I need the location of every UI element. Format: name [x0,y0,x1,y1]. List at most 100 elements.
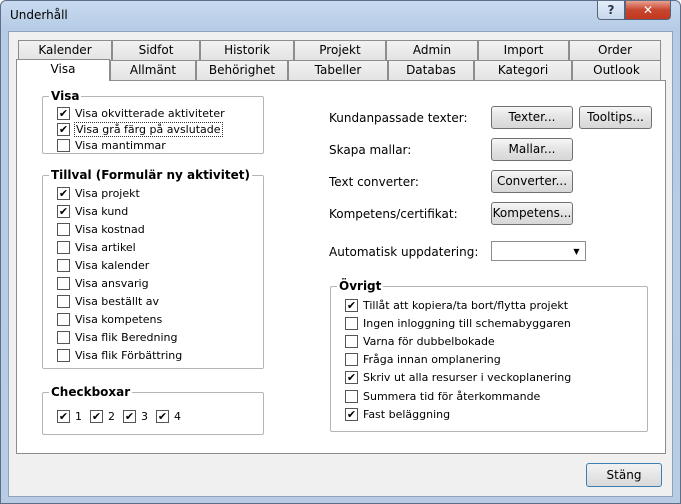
close-window-button[interactable]: ✕ [625,1,671,20]
tab-historik[interactable]: Historik [200,40,294,60]
ovrigt-checkbox[interactable]: ✔ [345,371,358,385]
dialog-client-area: Kalender Sidfot Historik Projekt Admin I… [8,31,673,497]
checkmark-icon: ✔ [58,186,69,200]
tab-outlook[interactable]: Outlook [572,60,661,80]
converter-button[interactable]: Converter... [491,170,573,193]
tillval-label: Visa beställt av [75,294,160,308]
ovrigt-checkbox[interactable] [345,334,358,348]
tillval-checkbox-row[interactable]: Visa artikel [57,239,136,255]
ovrigt-checkbox[interactable] [345,389,358,403]
checkmark-icon: ✔ [58,122,69,136]
tab-visa[interactable]: Visa [16,59,110,81]
auto-update-select[interactable]: ▼ [491,241,586,261]
tillval-checkbox[interactable] [57,294,70,308]
auto-update-label: Automatisk uppdatering: [329,245,479,259]
tillval-checkbox-row[interactable]: Visa kalender [57,257,149,273]
ovrigt-checkbox-row[interactable]: Fråga innan omplanering [345,352,501,368]
chevron-down-icon[interactable]: ▼ [568,242,585,260]
tillval-checkbox-row[interactable]: Visa kostnad [57,221,145,237]
ovrigt-checkbox-row[interactable]: ✔ Fast beläggning [345,406,450,422]
stang-button[interactable]: Stäng [586,463,662,487]
tab-admin[interactable]: Admin [386,40,478,60]
ovrigt-label: Fast beläggning [363,407,451,421]
mallar-button[interactable]: Mallar... [491,138,573,161]
checkboxar-label: 2 [108,409,115,423]
ovrigt-checkbox-row[interactable]: Summera tid för återkommande [345,388,540,404]
tillval-checkbox[interactable] [57,276,70,290]
checkboxar-checkbox[interactable]: ✔ [57,409,70,423]
tillval-checkbox[interactable]: ✔ [57,186,70,200]
checkboxar-checkbox[interactable]: ✔ [156,409,169,423]
ovrigt-label: Tillåt att kopiera/ta bort/flytta projek… [363,298,569,312]
tab-kalender[interactable]: Kalender [18,40,112,60]
tab-allmant[interactable]: Allmänt [110,60,196,80]
texter-button[interactable]: Texter... [491,106,573,129]
tillval-checkbox-row[interactable]: Visa beställt av [57,293,159,309]
tillval-label: Visa kostnad [75,222,145,236]
visa-checkbox-row[interactable]: Visa mantimmar [57,137,166,153]
tillval-checkbox[interactable]: ✔ [57,204,70,218]
checkboxar-group-title: Checkboxar [49,385,133,399]
checkboxar-checkbox-row[interactable]: ✔ 2 [90,408,115,424]
ovrigt-label: Varna för dubbelbokade [363,334,495,348]
ovrigt-label: Ingen inloggning till schemabyggaren [363,316,571,330]
ovrigt-checkbox[interactable]: ✔ [345,407,358,421]
ovrigt-checkbox[interactable] [345,316,358,330]
checkboxar-checkbox[interactable]: ✔ [90,409,103,423]
tillval-checkbox[interactable] [57,258,70,272]
tab-sidfot[interactable]: Sidfot [112,40,200,60]
tillval-checkbox-row[interactable]: Visa ansvarig [57,275,149,291]
ovrigt-checkbox[interactable]: ✔ [345,298,358,312]
dialog-window: Underhåll ? ✕ Kalender Sidfot Historik P… [0,0,681,504]
tillval-label: Visa kund [75,204,129,218]
kompetens-button[interactable]: Kompetens... [491,202,573,225]
tooltips-button[interactable]: Tooltips... [579,106,652,129]
checkmark-icon: ✔ [124,409,135,423]
tillval-checkbox[interactable] [57,240,70,254]
visa-checkbox-row[interactable]: ✔ Visa grå färg på avslutade [57,121,223,137]
tillval-checkbox-row[interactable]: ✔ Visa kund [57,203,128,219]
tab-tabeller[interactable]: Tabeller [288,60,388,80]
checkboxar-checkbox[interactable]: ✔ [123,409,136,423]
help-button[interactable]: ? [597,1,625,20]
ovrigt-checkbox-row[interactable]: Varna för dubbelbokade [345,333,495,349]
checkboxar-checkbox-row[interactable]: ✔ 3 [123,408,148,424]
tab-import[interactable]: Import [478,40,569,60]
tillval-checkbox-row[interactable]: Visa kompetens [57,311,162,327]
window-title: Underhåll [10,8,68,22]
ovrigt-checkbox-row[interactable]: Ingen inloggning till schemabyggaren [345,315,571,331]
visa-group-title: Visa [49,89,82,103]
tillval-checkbox[interactable] [57,330,70,344]
tab-kategori[interactable]: Kategori [474,60,572,80]
ovrigt-label: Fråga innan omplanering [363,353,501,367]
tillval-checkbox-row[interactable]: Visa flik Förbättring [57,347,182,363]
tillval-label: Visa flik Beredning [75,330,178,344]
tab-projekt[interactable]: Projekt [294,40,386,60]
tillval-checkbox[interactable] [57,348,70,362]
tab-panel-visa: Visa ✔ Visa okvitterade aktiviteter ✔ Visa … [16,80,666,454]
visa-checkbox-row[interactable]: ✔ Visa okvitterade aktiviteter [57,105,225,121]
kundanpassade-label: Kundanpassade texter: [329,111,468,125]
visa-label: Visa grå färg på avslutade [74,121,223,137]
visa-group: Visa ✔ Visa okvitterade aktiviteter ✔ Visa … [42,89,264,154]
checkboxar-checkbox-row[interactable]: ✔ 4 [156,408,181,424]
checkmark-icon: ✔ [91,409,102,423]
tillval-label: Visa ansvarig [75,276,149,290]
checkmark-icon: ✔ [346,371,357,385]
checkboxar-checkbox-row[interactable]: ✔ 1 [57,408,82,424]
visa-checkbox[interactable]: ✔ [57,106,70,120]
checkmark-icon: ✔ [157,409,168,423]
tillval-checkbox-row[interactable]: ✔ Visa projekt [57,185,140,201]
ovrigt-checkbox-row[interactable]: ✔ Tillåt att kopiera/ta bort/flytta proje… [345,297,568,313]
tillval-checkbox-row[interactable]: Visa flik Beredning [57,329,178,345]
tab-behorighet[interactable]: Behörighet [196,60,288,80]
ovrigt-checkbox[interactable] [345,353,358,367]
tillval-checkbox[interactable] [57,312,70,326]
tillval-checkbox[interactable] [57,222,70,236]
ovrigt-checkbox-row[interactable]: ✔ Skriv ut alla resurser i veckoplanering [345,370,571,386]
tab-databas[interactable]: Databas [388,60,474,80]
tab-order[interactable]: Order [569,40,661,60]
visa-checkbox[interactable]: ✔ [57,122,70,136]
ovrigt-label: Summera tid för återkommande [363,389,541,403]
visa-checkbox[interactable] [57,138,70,152]
